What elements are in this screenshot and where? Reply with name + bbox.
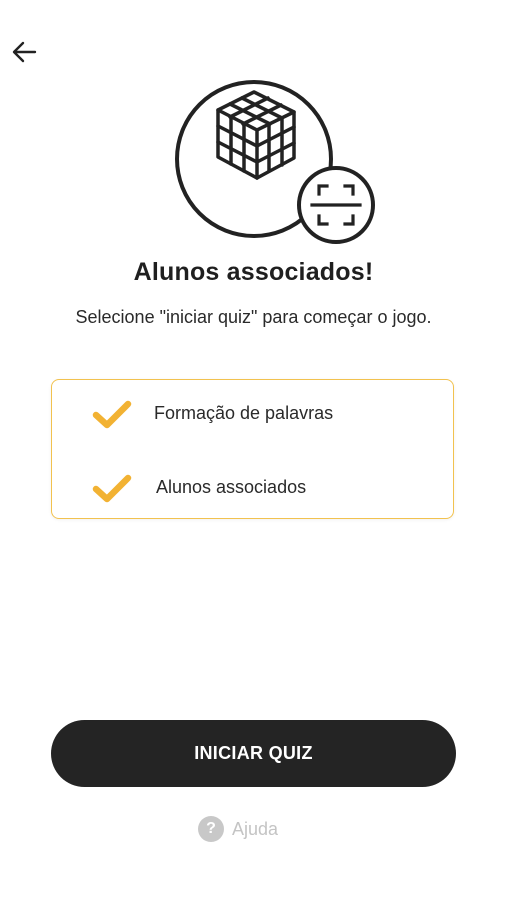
help-link[interactable]: ? Ajuda xyxy=(198,815,278,843)
arrow-left-icon xyxy=(12,41,37,63)
checklist-card: Formação de palavras Alunos associados xyxy=(51,379,454,519)
rubiks-cube-icon xyxy=(216,90,296,180)
checklist-item-label: Formação de palavras xyxy=(154,403,334,423)
checklist-item: Formação de palavras xyxy=(52,394,453,434)
checkmark-icon xyxy=(92,474,132,503)
hero-illustration xyxy=(172,70,382,250)
help-circle-icon: ? xyxy=(198,816,224,842)
page-title: Alunos associados! xyxy=(133,258,374,286)
qr-scan-icon xyxy=(297,166,375,244)
start-quiz-button[interactable]: INICIAR QUIZ xyxy=(51,720,456,787)
help-label: Ajuda xyxy=(232,818,279,839)
checkmark-icon xyxy=(92,400,132,429)
page-subtitle: Selecione "iniciar quiz" para começar o … xyxy=(75,307,432,327)
checklist-item-label: Alunos associados xyxy=(156,477,307,497)
checklist-item: Alunos associados xyxy=(52,468,453,508)
back-button[interactable] xyxy=(6,36,42,68)
